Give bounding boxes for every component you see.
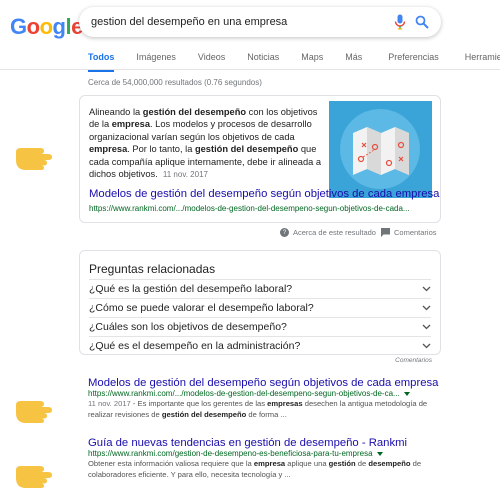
dropdown-arrow-icon[interactable] (403, 391, 410, 396)
related-question-item[interactable]: ¿Qué es el desempeño en la administració… (89, 336, 431, 355)
result-date: 11 nov. 2017 (88, 399, 131, 408)
snippet-bold: empresa (111, 119, 150, 130)
search-input[interactable]: gestion del desempeño en una empresa (91, 16, 387, 28)
search-result: Guía de nuevas tendencias en gestión de … (88, 437, 443, 480)
chevron-down-icon (421, 284, 431, 294)
snippet-text: de forma ... (246, 409, 287, 419)
result-snippet: 11 nov. 2017 - Es importante que los ger… (88, 399, 443, 420)
snippet-text: aplique una (285, 459, 329, 468)
featured-result-url[interactable]: https://www.rankmi.com/.../modelos-de-ge… (89, 204, 434, 213)
snippet-bold: gestión (328, 459, 356, 468)
chevron-down-icon (421, 303, 431, 313)
result-title[interactable]: Guía de nuevas tendencias en gestión de … (88, 437, 443, 449)
result-url[interactable]: https://www.rankmi.com/gestion-de-desemp… (88, 449, 443, 458)
comments-label: Comentarios (394, 228, 437, 237)
about-result-link[interactable]: ? Acerca de este resultado (280, 228, 376, 237)
snippet-bold: empresa (253, 459, 286, 468)
related-question-item[interactable]: ¿Cuáles son los objetivos de desempeño? (89, 317, 431, 336)
snippet-text: Obtener esta información valiosa requier… (88, 459, 254, 468)
comment-icon (381, 228, 390, 237)
dropdown-arrow-icon[interactable] (376, 451, 383, 456)
featured-snippet-text: Alineando la gestión del desempeño con l… (89, 106, 324, 181)
pointing-hand-icon (16, 148, 52, 170)
comments-link[interactable]: Comentarios (381, 228, 437, 237)
pointing-hand-icon (16, 466, 52, 488)
snippet-bold: desempeño (368, 459, 411, 468)
logo-letter: o (39, 14, 53, 39)
snippet-text: Alineando la (89, 107, 143, 117)
result-url-text: https://www.rankmi.com/gestion-de-desemp… (88, 449, 373, 458)
chevron-down-icon (421, 341, 431, 351)
result-url-text: https://www.rankmi.com/.../modelos-de-ge… (88, 389, 400, 398)
related-question-label: ¿Qué es el desempeño en la administració… (89, 340, 301, 352)
microphone-icon[interactable] (391, 13, 409, 31)
pointing-hand-icon (16, 401, 52, 423)
snippet-bold: gestión del desempeño (194, 144, 299, 155)
chevron-down-icon (421, 322, 431, 332)
related-questions-comments-link[interactable]: Comentarios (395, 357, 432, 364)
related-question-item[interactable]: ¿Qué es la gestión del desempeño laboral… (89, 279, 431, 298)
related-questions-heading: Preguntas relacionadas (89, 262, 216, 276)
logo-letter: g (52, 14, 66, 39)
tabs-divider (0, 69, 500, 70)
featured-result-title[interactable]: Modelos de gestión del desempeño según o… (89, 188, 439, 200)
result-title[interactable]: Modelos de gestión del desempeño según o… (88, 377, 443, 389)
related-question-label: ¿Cuáles son los objetivos de desempeño? (89, 321, 287, 333)
google-logo[interactable]: Google (10, 14, 83, 40)
snippet-text: . Por lo tanto, la (127, 144, 195, 155)
snippet-date: 11 nov. 2017 (162, 170, 208, 180)
logo-letter: o (26, 14, 40, 39)
related-question-item[interactable]: ¿Cómo se puede valorar el desempeño labo… (89, 298, 431, 317)
about-result-label: Acerca de este resultado (293, 228, 376, 237)
featured-thumbnail[interactable] (329, 101, 432, 198)
logo-letter: G (10, 14, 27, 39)
featured-snippet: Alineando la gestión del desempeño con l… (79, 95, 441, 223)
search-box[interactable]: gestion del desempeño en una empresa (79, 7, 441, 37)
result-snippet: Obtener esta información valiosa requier… (88, 459, 443, 480)
snippet-bold: gestión del desempeño (161, 409, 247, 419)
result-url[interactable]: https://www.rankmi.com/.../modelos-de-ge… (88, 389, 443, 398)
related-question-label: ¿Cómo se puede valorar el desempeño labo… (89, 302, 314, 314)
snippet-bold: empresas (267, 399, 303, 408)
snippet-bold: gestión del desempeño (142, 107, 247, 117)
snippet-text: de (355, 459, 369, 468)
snippet-text: - Es importante que los gerentes de las (130, 399, 268, 408)
related-question-label: ¿Qué es la gestión del desempeño laboral… (89, 283, 293, 295)
search-result: Modelos de gestión del desempeño según o… (88, 377, 443, 420)
search-icon[interactable] (413, 13, 431, 31)
related-questions: Preguntas relacionadas ¿Qué es la gestió… (79, 250, 441, 355)
question-icon: ? (280, 228, 289, 237)
result-stats: Cerca de 54,000,000 resultados (0.76 seg… (88, 78, 262, 87)
snippet-bold: empresa (89, 144, 128, 155)
